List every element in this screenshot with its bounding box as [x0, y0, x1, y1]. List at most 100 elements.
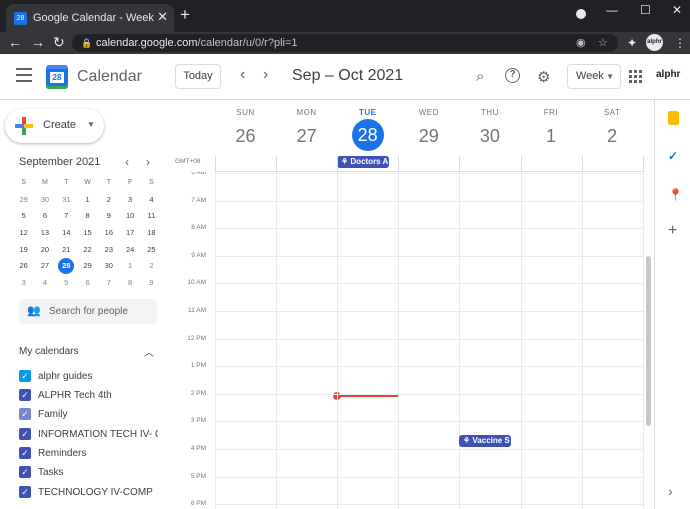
day-number[interactable]: 27 [276, 122, 337, 150]
chrome-menu-icon[interactable] [576, 9, 586, 19]
create-button[interactable]: Create ▼ [5, 109, 104, 143]
calendar-list-item[interactable]: ✓ TECHNOLOGY IV-COMP [19, 485, 158, 499]
mini-day[interactable]: 30 [34, 192, 55, 209]
extensions-icon[interactable]: ✦ [627, 36, 637, 50]
mini-day[interactable]: 8 [119, 275, 140, 292]
mini-day[interactable]: 22 [77, 242, 98, 259]
browser-tab[interactable]: 28 Google Calendar - Week of Septe ✕ [6, 4, 174, 32]
day-header-sat[interactable]: SAT 2 [582, 108, 643, 150]
day-number[interactable]: 30 [459, 122, 520, 150]
mini-day[interactable]: 3 [13, 275, 34, 292]
close-tab-icon[interactable]: ✕ [157, 10, 168, 24]
search-icon[interactable]: ⌕ [476, 68, 484, 85]
calendar-list-item[interactable]: ✓ alphr guides [19, 369, 158, 383]
mini-day[interactable]: 23 [98, 242, 119, 259]
new-tab-icon[interactable]: + [180, 6, 190, 24]
mini-day[interactable]: 16 [98, 225, 119, 242]
mini-day[interactable]: 4 [34, 275, 55, 292]
mini-day[interactable]: 21 [56, 242, 77, 259]
mini-day[interactable]: 30 [98, 258, 119, 275]
mini-day[interactable]: 7 [56, 208, 77, 225]
mini-next-month-icon[interactable]: › [146, 155, 150, 169]
calendar-checkbox[interactable]: ✓ [19, 447, 31, 459]
mini-day[interactable]: 31 [56, 192, 77, 209]
mini-day[interactable]: 19 [13, 242, 34, 259]
day-number[interactable]: 1 [521, 122, 582, 150]
mini-day[interactable]: 29 [13, 192, 34, 209]
calendar-list-item[interactable]: ✓ Reminders [19, 446, 158, 460]
main-menu-icon[interactable] [16, 68, 32, 82]
apps-grid-icon[interactable] [629, 70, 642, 83]
event-doctors[interactable]: ⚘ Doctors A [337, 156, 389, 168]
profile-avatar[interactable]: alphr [646, 34, 663, 51]
previous-week-icon[interactable]: ‹ [240, 66, 245, 84]
mini-day[interactable]: 11 [141, 208, 162, 225]
eye-icon[interactable]: ◉ [576, 34, 586, 52]
reload-icon[interactable]: ↻ [53, 34, 65, 51]
day-header-sun[interactable]: SUN 26 [215, 108, 276, 150]
my-calendars-heading[interactable]: My calendars [19, 346, 78, 357]
mini-day[interactable]: 10 [119, 208, 140, 225]
mini-day[interactable]: 26 [13, 258, 34, 275]
mini-day[interactable]: 12 [13, 225, 34, 242]
mini-day[interactable]: 9 [98, 208, 119, 225]
today-button[interactable]: Today [175, 64, 221, 89]
tasks-icon[interactable]: ✓ [668, 149, 678, 163]
maps-icon[interactable]: 📍 [668, 188, 683, 202]
mini-day[interactable]: 5 [13, 208, 34, 225]
calendar-list-item[interactable]: ✓ INFORMATION TECH IV- COMP [19, 427, 158, 441]
mini-day[interactable]: 3 [119, 192, 140, 209]
calendar-checkbox[interactable]: ✓ [19, 466, 31, 478]
calendar-checkbox[interactable]: ✓ [19, 486, 31, 498]
mini-day[interactable]: 15 [77, 225, 98, 242]
calendar-list-item[interactable]: ✓ Tasks [19, 465, 158, 479]
next-week-icon[interactable]: › [263, 66, 268, 84]
calendar-checkbox[interactable]: ✓ [19, 389, 31, 401]
maximize-icon[interactable]: ☐ [640, 3, 651, 17]
mini-day[interactable]: 2 [98, 192, 119, 209]
mini-day[interactable]: 29 [77, 258, 98, 275]
close-window-icon[interactable]: ✕ [672, 3, 682, 17]
calendar-list-item[interactable]: ✓ ALPHR Tech 4th [19, 388, 158, 402]
settings-gear-icon[interactable]: ⚙ [537, 68, 550, 86]
mini-day[interactable]: 7 [98, 275, 119, 292]
mini-day[interactable]: 27 [34, 258, 55, 275]
expand-panel-icon[interactable]: › [668, 483, 673, 499]
mini-day[interactable]: 28 [58, 258, 75, 275]
day-number[interactable]: 29 [398, 122, 459, 150]
mini-day[interactable]: 24 [119, 242, 140, 259]
day-number[interactable]: 2 [582, 122, 643, 150]
more-menu-icon[interactable]: ⋮ [674, 36, 686, 50]
keep-icon[interactable] [668, 111, 679, 125]
calendar-logo[interactable]: 28 [46, 65, 68, 89]
scrollbar[interactable] [646, 256, 651, 426]
day-number[interactable]: 26 [215, 122, 276, 150]
mini-day[interactable]: 18 [141, 225, 162, 242]
back-icon[interactable]: ← [8, 34, 22, 50]
forward-icon[interactable]: → [31, 34, 45, 50]
calendar-checkbox[interactable]: ✓ [19, 370, 31, 382]
add-addon-icon[interactable]: + [668, 222, 677, 240]
event-vaccine[interactable]: ⚘ Vaccine S [459, 435, 511, 447]
help-icon[interactable]: ? [505, 68, 520, 83]
view-selector[interactable]: Week ▼ [567, 64, 621, 89]
collapse-chevron-icon[interactable]: ︿ [144, 344, 154, 359]
calendar-checkbox[interactable]: ✓ [19, 428, 31, 440]
mini-day[interactable]: 1 [77, 192, 98, 209]
mini-day[interactable]: 17 [119, 225, 140, 242]
day-header-thu[interactable]: THU 30 [459, 108, 520, 150]
mini-day[interactable]: 6 [34, 208, 55, 225]
mini-day[interactable]: 1 [119, 258, 140, 275]
day-number[interactable]: 28 [351, 119, 384, 151]
mini-day[interactable]: 2 [141, 258, 162, 275]
day-header-fri[interactable]: FRI 1 [521, 108, 582, 150]
calendar-list-item[interactable]: ✓ Family [19, 407, 158, 421]
day-header-wed[interactable]: WED 29 [398, 108, 459, 150]
mini-day[interactable]: 25 [141, 242, 162, 259]
day-header-tue[interactable]: TUE 28 [337, 108, 398, 151]
search-people-input[interactable]: 👥 Search for people [19, 299, 157, 324]
mini-day[interactable]: 20 [34, 242, 55, 259]
mini-prev-month-icon[interactable]: ‹ [125, 155, 129, 169]
mini-day[interactable]: 14 [56, 225, 77, 242]
day-header-mon[interactable]: MON 27 [276, 108, 337, 150]
